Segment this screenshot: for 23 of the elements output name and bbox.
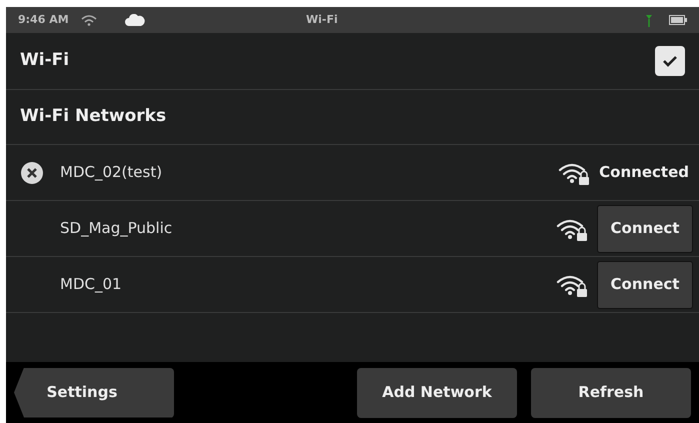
- toolbar-button[interactable]: Refresh: [531, 368, 691, 418]
- battery-icon: [669, 15, 687, 25]
- network-name: MDC_02(test): [60, 162, 162, 184]
- antenna-icon: [645, 14, 653, 26]
- network-name: SD_Mag_Public: [60, 218, 172, 240]
- wifi-label: Wi-Fi: [20, 49, 70, 72]
- connect-button[interactable]: Connect: [597, 260, 693, 308]
- wifi-checkbox[interactable]: [655, 46, 685, 76]
- toolbar-button[interactable]: Add Network: [357, 368, 517, 418]
- wifi-icon: [80, 14, 97, 26]
- check-icon: [662, 55, 678, 67]
- close-icon[interactable]: [20, 160, 44, 184]
- network-row[interactable]: SD_Mag_Public Connect: [6, 201, 699, 257]
- clock: 9:46 AM: [18, 12, 69, 28]
- connect-button[interactable]: Connect: [597, 204, 693, 252]
- network-row[interactable]: MDC_02(test) Connected: [6, 145, 699, 201]
- cloud-icon: [124, 14, 145, 26]
- network-row[interactable]: MDC_01 Connect: [6, 257, 699, 313]
- screen-title: Wi-Fi: [306, 12, 338, 28]
- back-button[interactable]: Settings: [14, 368, 174, 418]
- connection-status: Connected: [599, 162, 690, 184]
- network-name: MDC_01: [60, 274, 122, 296]
- section-header: Wi-Fi Networks: [20, 105, 166, 128]
